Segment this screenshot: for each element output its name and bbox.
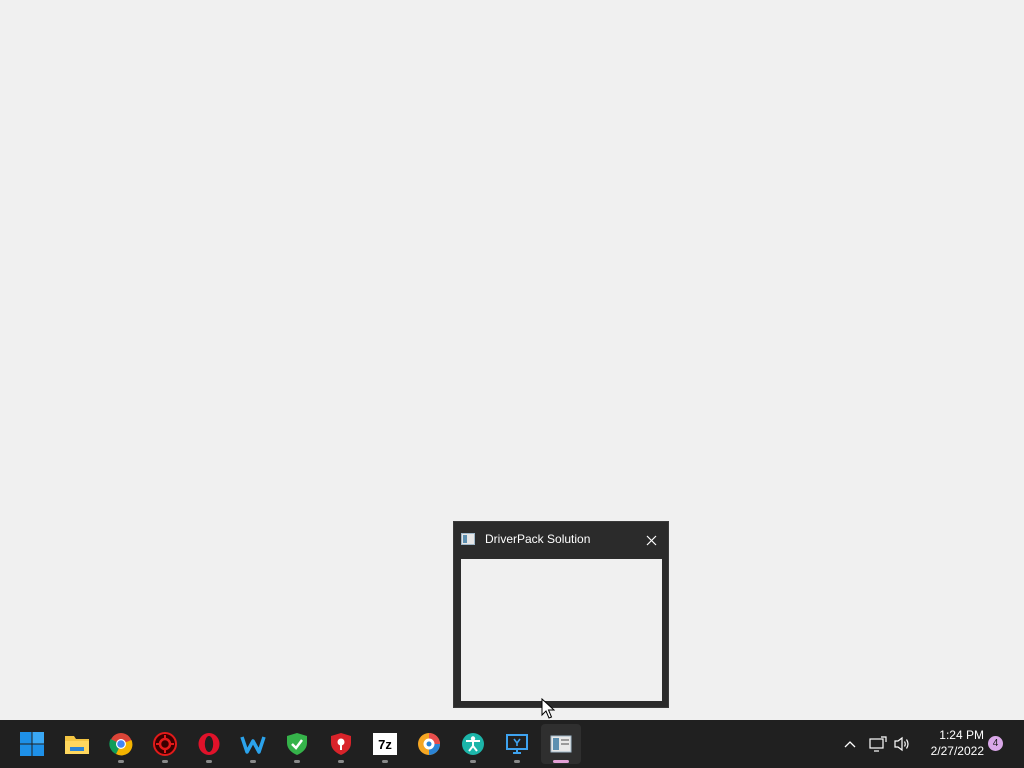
- taskbar-red-gear-app[interactable]: [145, 724, 185, 764]
- taskbar-remote-desktop[interactable]: [497, 724, 537, 764]
- 7z-icon: 7z: [373, 733, 397, 755]
- taskbar-opera[interactable]: [189, 724, 229, 764]
- folder-icon: [65, 736, 89, 754]
- close-icon: [646, 535, 656, 545]
- taskbar-thumbnail-preview[interactable]: DriverPack Solution: [453, 521, 669, 708]
- 7z-icon-label: 7z: [378, 736, 392, 752]
- preview-title: DriverPack Solution: [485, 532, 591, 546]
- opera-icon: [198, 733, 220, 755]
- person-icon: [462, 733, 484, 755]
- chevron-up-icon: [844, 741, 856, 748]
- taskbar-red-shield-app[interactable]: [321, 724, 361, 764]
- red-shield-icon: [331, 733, 351, 755]
- clock-time: 1:24 PM: [939, 728, 984, 742]
- w-icon: [240, 736, 266, 754]
- show-hidden-icons-button[interactable]: [839, 733, 861, 755]
- speaker-icon: [894, 736, 909, 752]
- red-gear-icon: [153, 732, 177, 756]
- green-shield-icon: [287, 733, 307, 755]
- preview-header: DriverPack Solution: [454, 522, 668, 558]
- preview-close-button[interactable]: [642, 531, 660, 549]
- network-icon: [869, 736, 887, 752]
- start-button[interactable]: [12, 724, 52, 764]
- taskbar-colorful-browser[interactable]: [409, 724, 449, 764]
- clock[interactable]: 1:24 PM 2/27/2022: [920, 727, 984, 759]
- taskbar-waterfox[interactable]: [233, 724, 273, 764]
- taskbar-accessibility-app[interactable]: [453, 724, 493, 764]
- volume-button[interactable]: [891, 733, 913, 755]
- driverpack-window-icon: [461, 533, 475, 545]
- network-button[interactable]: [867, 733, 889, 755]
- driverpack-window-icon: [550, 735, 572, 753]
- taskbar-chrome[interactable]: [101, 724, 141, 764]
- notification-badge[interactable]: 4: [988, 736, 1003, 751]
- taskbar-driverpack[interactable]: [541, 724, 581, 764]
- preview-thumbnail[interactable]: [461, 559, 662, 701]
- windows-logo-icon: [20, 732, 44, 756]
- monitor-icon: [506, 734, 528, 754]
- clock-date: 2/27/2022: [930, 744, 984, 758]
- taskbar-file-explorer[interactable]: [57, 724, 97, 764]
- chrome-icon: [109, 733, 133, 756]
- taskbar: 7z 1:24 PM 2/27/2022 4: [0, 720, 1024, 768]
- circle-browser-icon: [418, 733, 440, 755]
- taskbar-7zip[interactable]: 7z: [365, 724, 405, 764]
- taskbar-green-shield-app[interactable]: [277, 724, 317, 764]
